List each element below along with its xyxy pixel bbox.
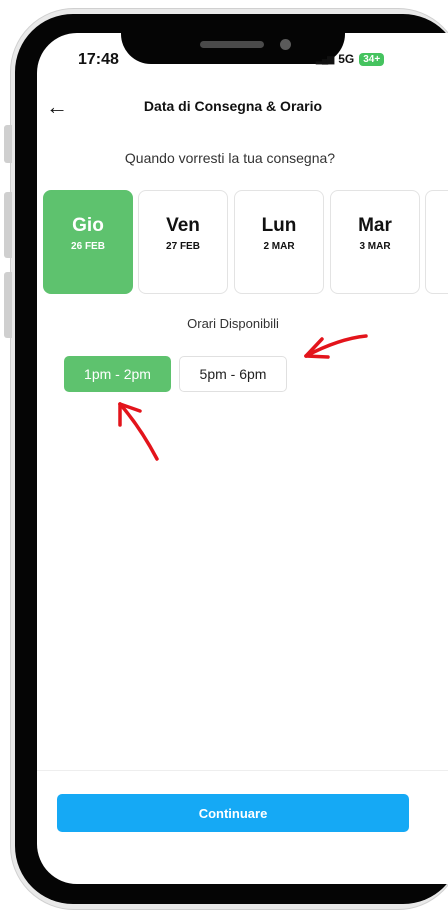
- signal-icon: ▂▄▆: [316, 53, 334, 64]
- date-question: Quando vorresti la tua consegna?: [124, 150, 336, 166]
- day-date: 2 MAR: [263, 241, 295, 252]
- date-card-ven[interactable]: Ven 27 FEB: [138, 190, 228, 294]
- network-label: 5G: [338, 52, 355, 66]
- day-date: 3 MAR: [359, 241, 391, 252]
- day-name: Gio: [72, 215, 104, 236]
- page-title: Data di Consegna & Orario: [143, 98, 323, 114]
- day-name: Mar: [358, 215, 392, 236]
- date-card-mar[interactable]: Mar 3 MAR: [330, 190, 420, 294]
- side-button-mute: [4, 125, 12, 163]
- battery-icon: 34+: [359, 52, 385, 66]
- front-camera: [280, 39, 291, 50]
- status-time: 17:48: [78, 51, 119, 68]
- speaker-grille: [200, 41, 264, 48]
- day-date: 27 FEB: [166, 241, 200, 252]
- status-indicators: ▂▄▆ 5G 34+: [316, 52, 385, 66]
- continue-button[interactable]: Continuare: [57, 794, 409, 832]
- available-times-label: Orari Disponibili: [187, 316, 279, 331]
- date-selector: Gio 26 FEB Ven 27 FEB Lun 2 MAR Mar 3 MA…: [43, 190, 448, 294]
- date-card-lun[interactable]: Lun 2 MAR: [234, 190, 324, 294]
- notch: [121, 14, 345, 64]
- arrow-left-icon[interactable]: ←: [46, 96, 68, 118]
- day-date: 26 FEB: [71, 241, 105, 252]
- side-button-volume-down: [4, 272, 12, 338]
- footer-divider: [37, 770, 448, 771]
- time-slot-1pm-2pm[interactable]: 1pm - 2pm: [64, 356, 171, 392]
- time-slot-5pm-6pm[interactable]: 5pm - 6pm: [179, 356, 287, 392]
- date-card-partial[interactable]: [425, 190, 448, 294]
- side-button-volume-up: [4, 192, 12, 258]
- date-card-gio[interactable]: Gio 26 FEB: [43, 190, 133, 294]
- day-name: Lun: [261, 215, 297, 236]
- day-name: Ven: [166, 215, 200, 236]
